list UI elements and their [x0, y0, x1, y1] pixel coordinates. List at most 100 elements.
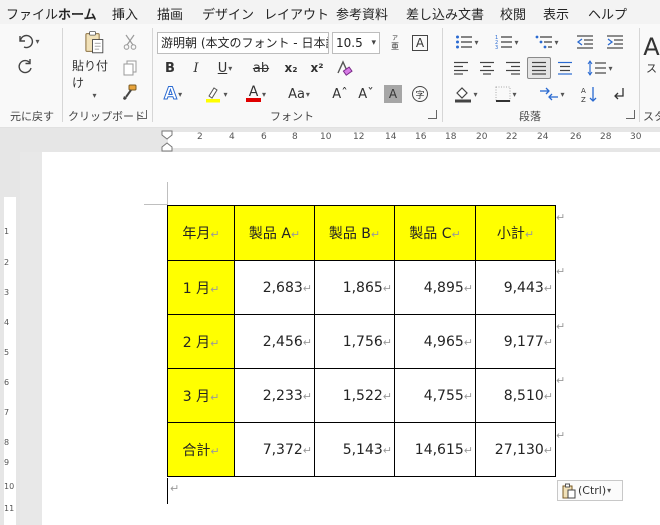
align-center-button[interactable]	[476, 58, 498, 78]
multilevel-list-button[interactable]: ▾	[530, 32, 564, 52]
styles-gallery[interactable]: A ス	[643, 34, 660, 94]
font-dialog-launcher[interactable]	[428, 110, 437, 119]
show-formatting-marks-button[interactable]	[608, 84, 630, 104]
change-case-button[interactable]: Aa ▾	[283, 84, 315, 104]
table-cell[interactable]: 2,456↵	[234, 314, 315, 369]
table-header-cell[interactable]: 年月↵	[167, 205, 235, 261]
table-cell[interactable]: 4,755↵	[394, 368, 476, 423]
superscript-button[interactable]: x²	[306, 58, 328, 78]
enclose-characters-button[interactable]: 字	[410, 84, 430, 104]
table-cell[interactable]: 9,177↵	[475, 314, 556, 369]
font-color-button[interactable]: A ▾	[240, 84, 272, 104]
underline-button[interactable]: U ▾	[210, 58, 240, 78]
font-size-value: 10.5	[336, 36, 363, 50]
format-painter-button[interactable]	[120, 82, 140, 102]
group-divider	[639, 28, 640, 122]
highlight-color-button[interactable]: ▾	[200, 84, 232, 104]
table-cell[interactable]: 8,510↵	[475, 368, 556, 423]
table-cell[interactable]: 27,130↵	[475, 422, 556, 477]
end-of-row-mark: ↵	[556, 320, 566, 333]
table-cell[interactable]: 7,372↵	[234, 422, 315, 477]
justify-button[interactable]	[527, 57, 551, 79]
table-cell-month[interactable]: 1 月↵	[167, 260, 235, 315]
clipboard-icon	[85, 31, 104, 54]
table-cell[interactable]: 4,895↵	[394, 260, 476, 315]
tab-view[interactable]: 表示	[543, 4, 569, 23]
table-cell[interactable]: 2,683↵	[234, 260, 315, 315]
table-cell[interactable]: 5,143↵	[314, 422, 395, 477]
group-divider	[442, 28, 443, 122]
horizontal-ruler[interactable]: 2 4 6 8 10 12 14 16 18 20 22 24 26 28 30	[0, 128, 660, 152]
bold-button[interactable]: B	[160, 58, 180, 78]
phonetic-guide-button[interactable]: ア亜	[384, 33, 406, 53]
tab-mailings[interactable]: 差し込み文書	[406, 4, 484, 23]
chevron-down-icon: ▾	[512, 89, 517, 99]
table-cell[interactable]: 2,233↵	[234, 368, 315, 423]
strikethrough-button[interactable]: ab	[246, 58, 276, 78]
clear-formatting-button[interactable]	[334, 58, 354, 78]
tab-file[interactable]: ファイル	[6, 4, 58, 23]
text-effects-button[interactable]: A ▾	[160, 84, 186, 105]
tab-design[interactable]: デザイン	[202, 4, 254, 23]
chevron-down-icon: ▾	[474, 37, 479, 47]
copy-button[interactable]	[120, 58, 140, 78]
borders-button[interactable]: ▾	[490, 84, 522, 104]
subscript-button[interactable]: x₂	[280, 58, 302, 78]
tab-insert[interactable]: 挿入	[112, 4, 138, 23]
table-cell-month[interactable]: 3 月↵	[167, 368, 235, 423]
tab-layout[interactable]: レイアウト	[264, 4, 329, 23]
font-name-combo[interactable]: 游明朝 (本文のフォント - 日本語	[157, 32, 329, 54]
table-cell[interactable]: 1,865↵	[314, 260, 395, 315]
sales-table[interactable]: 年月↵ 製品 A↵ 製品 B↵ 製品 C↵ 小計↵ 1 月↵ 2,683↵ 1,…	[167, 205, 556, 477]
tab-draw[interactable]: 描画	[157, 4, 183, 23]
bullets-button[interactable]: ▾	[450, 32, 484, 52]
character-border-button[interactable]: A	[410, 33, 430, 53]
line-spacing-button[interactable]: ▾	[580, 58, 620, 78]
redo-button[interactable]	[14, 56, 36, 78]
align-right-button[interactable]	[502, 58, 524, 78]
tab-help[interactable]: ヘルプ	[588, 4, 627, 23]
table-cell-month[interactable]: 合計↵	[167, 422, 235, 477]
end-of-row-mark: ↵	[556, 265, 566, 278]
end-of-row-mark: ↵	[556, 429, 566, 442]
paragraph-dialog-launcher[interactable]	[626, 110, 635, 119]
shrink-font-button[interactable]: Aˇ	[356, 84, 376, 104]
table-cell[interactable]: 14,615↵	[394, 422, 476, 477]
decrease-indent-button[interactable]	[574, 32, 596, 52]
align-left-button[interactable]	[450, 58, 472, 78]
paste-button[interactable]: 貼り付け ▾	[72, 30, 116, 100]
table-cell[interactable]: 1,756↵	[314, 314, 395, 369]
tab-review[interactable]: 校閲	[500, 4, 526, 23]
italic-button[interactable]: I	[186, 58, 206, 78]
undo-group-label: 元に戻す	[10, 110, 54, 123]
paintbrush-icon	[123, 84, 137, 100]
indent-marker-icon[interactable]	[161, 130, 173, 152]
sort-button[interactable]: AZ	[578, 84, 600, 104]
undo-button[interactable]: ▾	[14, 30, 42, 52]
vertical-ruler[interactable]: 1 2 3 4 5 6 7 8 9 10 11	[0, 152, 20, 525]
tab-references[interactable]: 参考資料	[336, 4, 388, 23]
text-direction-button[interactable]: ▾	[534, 84, 570, 104]
table-cell[interactable]: 9,443↵	[475, 260, 556, 315]
increase-indent-button[interactable]	[604, 32, 626, 52]
table-header-cell[interactable]: 製品 B↵	[314, 205, 395, 261]
tab-home[interactable]: ホーム	[58, 4, 97, 28]
character-shading-button[interactable]: A	[384, 85, 402, 103]
distributed-button[interactable]	[554, 58, 576, 78]
grow-font-button[interactable]: Aˆ	[330, 84, 350, 104]
paste-options-button[interactable]: (Ctrl) ▾	[557, 480, 623, 501]
table-cell-month[interactable]: 2 月↵	[167, 314, 235, 369]
clipboard-dialog-launcher[interactable]	[138, 110, 147, 119]
chevron-down-icon: ▾	[607, 486, 612, 495]
chevron-down-icon: ▾	[35, 36, 40, 46]
font-size-combo[interactable]: 10.5 ▾	[332, 32, 380, 54]
table-header-cell[interactable]: 小計↵	[475, 205, 556, 261]
cut-button[interactable]	[120, 32, 140, 52]
table-cell[interactable]: 4,965↵	[394, 314, 476, 369]
table-header-cell[interactable]: 製品 C↵	[394, 205, 476, 261]
numbering-button[interactable]: 123 ▾	[490, 32, 524, 52]
table-cell[interactable]: 1,522↵	[314, 368, 395, 423]
table-row: 2 月↵ 2,456↵ 1,756↵ 4,965↵ 9,177↵	[167, 314, 556, 369]
shading-button[interactable]: ▾	[450, 84, 482, 104]
table-header-cell[interactable]: 製品 A↵	[234, 205, 315, 261]
